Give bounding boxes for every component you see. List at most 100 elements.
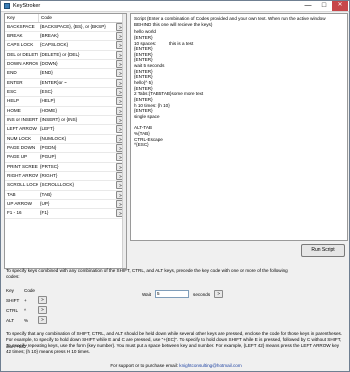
key-row: HOME {HOME} > xyxy=(5,106,126,116)
key-row: BREAK {BREAK} > xyxy=(5,31,126,42)
key-code: {TAB} xyxy=(40,191,52,197)
key-row: DOWN ARROW {DOWN} > xyxy=(5,59,126,70)
key-name: PRINT SCREEN xyxy=(7,163,38,169)
key-code: {UP} xyxy=(40,201,50,207)
key-row: TAB {TAB} > xyxy=(5,190,126,201)
window-title: KeyStroker xyxy=(13,3,41,9)
key-row: BACKSPACE {BACKSPACE}, {BS}, or {BKSP} > xyxy=(5,22,126,32)
insert-modifier-button[interactable]: > xyxy=(38,296,47,304)
modifier-code: % xyxy=(24,317,29,323)
key-name: PAGE DOWN xyxy=(7,144,36,150)
script-editor[interactable]: Script (Enter a combination of Codes pro… xyxy=(130,13,348,241)
support-footer: For support or to purchase email: knight… xyxy=(6,363,346,369)
key-code: {RIGHT} xyxy=(40,173,58,178)
insert-modifier-button[interactable]: > xyxy=(38,306,47,314)
modifier-code-header: Code xyxy=(24,288,35,293)
key-row: DEL or DELETE {DELETE} or {DEL} > xyxy=(5,50,126,60)
script-line: ^{ESC} xyxy=(134,142,149,148)
modifier-rows: SHIFT + > CTRL ^ > ALT% > xyxy=(4,295,49,325)
modifier-key: ALT xyxy=(6,317,15,323)
key-column-header: Key xyxy=(7,15,15,20)
run-script-button[interactable]: Run Script xyxy=(301,244,345,257)
key-row: HELP {HELP} > xyxy=(5,97,126,107)
key-code: {DOWN} xyxy=(40,60,58,66)
close-button[interactable]: ✕ xyxy=(332,1,348,11)
add-wait-button[interactable]: > xyxy=(214,290,224,298)
wait-unit-label: seconds xyxy=(193,291,211,297)
key-name: DOWN ARROW xyxy=(7,60,38,66)
modifier-key: CTRL xyxy=(6,307,18,313)
key-name: UP ARROW xyxy=(7,201,32,207)
key-name: TAB xyxy=(7,191,16,197)
key-row: INS or INSERT {INSERT} or {INS} > xyxy=(5,115,126,126)
key-row: CAPS LOCK {CAPSLOCK} > xyxy=(5,41,126,51)
key-code: {END} xyxy=(40,70,53,76)
key-row: RIGHT ARROW {RIGHT} > xyxy=(5,172,126,182)
key-table-header: Key Code xyxy=(5,14,126,23)
insert-modifier-button[interactable]: > xyxy=(38,316,47,324)
key-name: CAPS LOCK xyxy=(7,42,34,48)
key-code: {NUMLOCK} xyxy=(40,135,67,141)
key-code: {BACKSPACE}, {BS}, or {BKSP} xyxy=(40,23,106,29)
key-name: F1 - 16 xyxy=(7,210,22,216)
key-code: {DELETE} or {DEL} xyxy=(40,51,80,57)
modifier-row: SHIFT + > xyxy=(4,295,49,305)
code-column-header: Code xyxy=(38,14,116,22)
modifier-key: SHIFT xyxy=(6,297,20,303)
key-row: PAGE DOWN {PGDN} > xyxy=(5,143,126,154)
modifier-table-header: Key Code xyxy=(4,286,49,295)
key-name: BACKSPACE xyxy=(7,23,35,29)
key-code: {ENTER}or ~ xyxy=(40,79,67,85)
modifier-intro: To specify keys combined with any combin… xyxy=(6,268,288,279)
key-code: {HOME} xyxy=(40,107,57,113)
maximize-button[interactable]: □ xyxy=(316,1,332,11)
wait-seconds-input[interactable]: 5 xyxy=(155,290,190,298)
key-name: HELP xyxy=(7,98,20,104)
key-code: {HELP} xyxy=(40,98,56,104)
key-name: NUM LOCK xyxy=(7,135,32,141)
key-name: PAGE UP xyxy=(7,154,28,160)
key-row: NUM LOCK {NUMLOCK} > xyxy=(5,134,126,144)
key-code: {F1} xyxy=(40,210,49,216)
modifier-code: ^ xyxy=(24,307,27,313)
key-row: LEFT ARROW {LEFT} > xyxy=(5,125,126,135)
app-window: KeyStroker — □ ✕ Key Code BACKSPACE {BACK… xyxy=(0,0,350,372)
key-row: PAGE UP {PGUP} > xyxy=(5,153,126,163)
key-code: {SCROLLLOCK} xyxy=(40,182,74,188)
key-name: ESC xyxy=(7,88,17,94)
key-row: ENTER {ENTER}or ~ > xyxy=(5,78,126,88)
key-code: {ESC} xyxy=(40,88,53,94)
key-name: LEFT ARROW xyxy=(7,126,37,132)
key-name: BREAK xyxy=(7,32,23,38)
key-code: {PGDN} xyxy=(40,144,57,150)
script-hint: Script (Enter a combination of Codes pro… xyxy=(134,16,326,27)
title-bar: KeyStroker — □ ✕ xyxy=(1,1,349,12)
wait-control: Wait 5 seconds > xyxy=(142,290,224,298)
minimize-button[interactable]: — xyxy=(300,1,316,11)
support-text: For support or to purchase email: xyxy=(110,363,178,368)
key-code: {CAPSLOCK} xyxy=(40,42,69,48)
key-row: UP ARROW {UP} > xyxy=(5,200,126,210)
wait-label: Wait xyxy=(142,291,152,297)
key-code: {PRTSC} xyxy=(40,163,59,169)
modifier-row: ALT% > xyxy=(4,315,49,325)
script-text[interactable]: hello world {ENTER} 10 spaces: this is a t… xyxy=(134,29,344,148)
keyboard-icon xyxy=(4,3,10,9)
modifier-key-header: Key xyxy=(6,288,14,293)
key-code: {INSERT} or {INS} xyxy=(40,116,78,122)
key-row: END {END} > xyxy=(5,69,126,79)
key-code: {LEFT} xyxy=(40,126,55,132)
key-name: INS or INSERT xyxy=(7,116,38,122)
support-email-link[interactable]: knightconsulting@hotmail.com xyxy=(179,363,241,368)
key-row: F1 - 16 {F1} > xyxy=(5,209,126,219)
key-code-table: Key Code BACKSPACE {BACKSPACE}, {BS}, or … xyxy=(4,13,127,269)
key-code: {PGUP} xyxy=(40,154,57,160)
key-name: ENTER xyxy=(7,79,23,85)
modifier-table: Key Code SHIFT + > CTRL ^ > ALT% > xyxy=(4,286,49,325)
modifier-row: CTRL ^ > xyxy=(4,305,49,315)
key-name: END xyxy=(7,70,17,76)
key-row: SCROLL LOCK {SCROLLLOCK} > xyxy=(5,181,126,191)
key-table-scrollbar[interactable] xyxy=(122,14,126,268)
key-rows: BACKSPACE {BACKSPACE}, {BS}, or {BKSP} > BR… xyxy=(5,22,126,219)
key-name: RIGHT ARROW xyxy=(7,173,38,178)
